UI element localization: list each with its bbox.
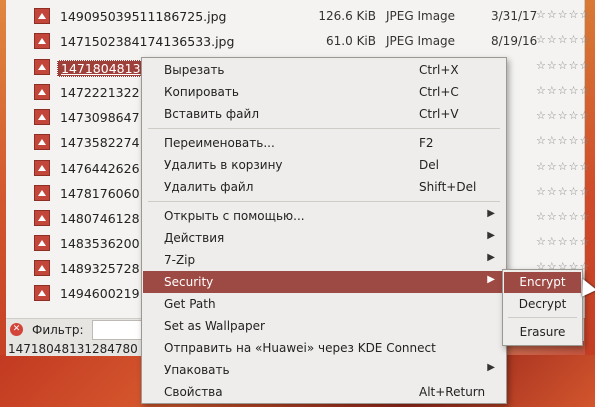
menu-item-move-to-trash[interactable]: Удалить в корзину Del [143,154,505,176]
menu-item-shortcut: Ctrl+C [419,85,459,99]
menu-item-delete[interactable]: Удалить файл Shift+Del [143,176,505,198]
file-type: JPEG Image [386,9,456,23]
file-name: 1489325728 [60,261,140,276]
image-file-icon [34,235,50,251]
image-file-icon [34,260,50,276]
file-date: 8/19/16 [491,34,538,48]
image-file-icon [34,285,50,301]
file-name: 1476442626 [60,161,140,176]
rating-stars[interactable]: ☆☆☆☆☆ [536,235,590,248]
menu-item-shortcut: Del [419,158,439,172]
menu-item-label: Переименовать... [164,136,275,150]
menu-item-copy[interactable]: Копировать Ctrl+C [143,81,505,103]
menu-item-label: Отправить на «Huawei» через KDE Connect [164,341,436,355]
menu-item-label: Удалить в корзину [164,158,283,172]
menu-item-kde-connect[interactable]: Отправить на «Huawei» через KDE Connect [143,337,505,359]
file-name: 1494600219 [60,286,140,301]
file-row[interactable]: 1471502384174136533.jpg 61.0 KiB JPEG Im… [6,29,589,53]
menu-item-shortcut: Shift+Del [419,180,477,194]
menu-item-label: Set as Wallpaper [164,319,265,333]
menu-item-label: 7-Zip [164,253,196,267]
menu-separator [148,201,500,202]
menu-item-label: Открыть с помощью... [164,209,305,223]
image-file-icon [34,109,50,125]
submenu-item-decrypt[interactable]: Decrypt [504,294,581,315]
file-size: 126.6 KiB [318,9,376,23]
status-text: 14718048131284780 [8,342,138,356]
image-file-icon [34,210,50,226]
image-file-icon [34,84,50,100]
menu-separator [508,317,577,318]
rating-stars[interactable]: ☆☆☆☆☆ [536,185,590,198]
rating-stars[interactable]: ☆☆☆☆☆ [536,8,590,21]
menu-item-paste[interactable]: Вставить файл Ctrl+V [143,103,505,125]
file-type: JPEG Image [386,34,456,48]
file-name: 1473582274 [60,135,140,150]
status-bar: 14718048131284780 [6,340,146,356]
menu-item-label: Get Path [164,297,216,311]
file-name: 1478176060 [60,186,140,201]
image-file-icon [34,185,50,201]
file-name: 1471502384174136533.jpg [60,34,235,49]
menu-item-label: Вырезать [164,63,225,77]
context-menu: Вырезать Ctrl+X Копировать Ctrl+C Встави… [141,57,507,404]
rating-stars[interactable]: ☆☆☆☆☆ [536,210,590,223]
menu-item-properties[interactable]: Свойства Alt+Return [143,381,505,403]
submenu-arrow-icon: ▶ [487,274,495,285]
file-row[interactable]: 149095039511186725.jpg 126.6 KiB JPEG Im… [6,4,589,28]
image-file-icon [34,59,50,75]
menu-item-label: Свойства [164,385,223,399]
submenu-item-encrypt[interactable]: Encrypt [504,272,581,293]
file-date: 3/31/17 [491,9,538,23]
menu-separator [148,128,500,129]
file-name: 149095039511186725.jpg [60,9,227,24]
submenu-arrow-icon: ▶ [487,252,495,263]
image-file-icon [34,160,50,176]
file-size: 61.0 KiB [326,34,376,48]
menu-item-label: Удалить файл [164,180,254,194]
menu-item-open-with[interactable]: Открыть с помощью... ▶ [143,205,505,227]
menu-item-shortcut: Ctrl+V [419,107,459,121]
submenu-arrow-icon: ▶ [487,362,495,373]
menu-item-shortcut: Ctrl+X [419,63,459,77]
menu-item-security[interactable]: Security ▶ [143,271,505,293]
submenu-item-label: Encrypt [519,275,566,289]
rating-stars[interactable]: ☆☆☆☆☆ [536,109,590,122]
rating-stars[interactable]: ☆☆☆☆☆ [536,33,590,46]
menu-item-label: Упаковать [164,363,230,377]
menu-item-label: Вставить файл [164,107,260,121]
menu-item-actions[interactable]: Действия ▶ [143,227,505,249]
menu-item-get-path[interactable]: Get Path [143,293,505,315]
menu-item-label: Security [164,275,214,289]
file-name: 1473098647 [60,110,140,125]
image-file-icon [34,134,50,150]
file-name: 1471804813 [57,60,145,77]
rating-stars[interactable]: ☆☆☆☆☆ [536,134,590,147]
rating-stars[interactable]: ☆☆☆☆☆ [536,84,590,97]
clear-filter-icon[interactable]: ✕ [10,323,23,336]
menu-item-cut[interactable]: Вырезать Ctrl+X [143,59,505,81]
menu-item-label: Действия [164,231,225,245]
file-name: 1483536200 [60,236,140,251]
menu-item-shortcut: F2 [419,136,434,150]
submenu-arrow-icon: ▶ [487,230,495,241]
image-file-icon [34,8,50,24]
rating-stars[interactable]: ☆☆☆☆☆ [536,59,590,72]
menu-item-rename[interactable]: Переименовать... F2 [143,132,505,154]
submenu-item-label: Erasure [519,325,566,339]
submenu-item-label: Decrypt [518,297,567,311]
menu-item-label: Копировать [164,85,239,99]
file-name: 1480746128 [60,211,140,226]
rating-stars[interactable]: ☆☆☆☆☆ [536,160,590,173]
security-submenu: Encrypt Decrypt Erasure [502,269,583,346]
menu-item-shortcut: Alt+Return [419,385,486,399]
menu-item-compress[interactable]: Упаковать ▶ [143,359,505,381]
menu-item-set-wallpaper[interactable]: Set as Wallpaper [143,315,505,337]
image-file-icon [34,33,50,49]
menu-item-7zip[interactable]: 7-Zip ▶ [143,249,505,271]
submenu-arrow-icon: ▶ [487,208,495,219]
filter-label: Фильтр: [32,323,84,337]
file-name: 1472221322 [60,85,140,100]
submenu-item-erasure[interactable]: Erasure [504,322,581,343]
